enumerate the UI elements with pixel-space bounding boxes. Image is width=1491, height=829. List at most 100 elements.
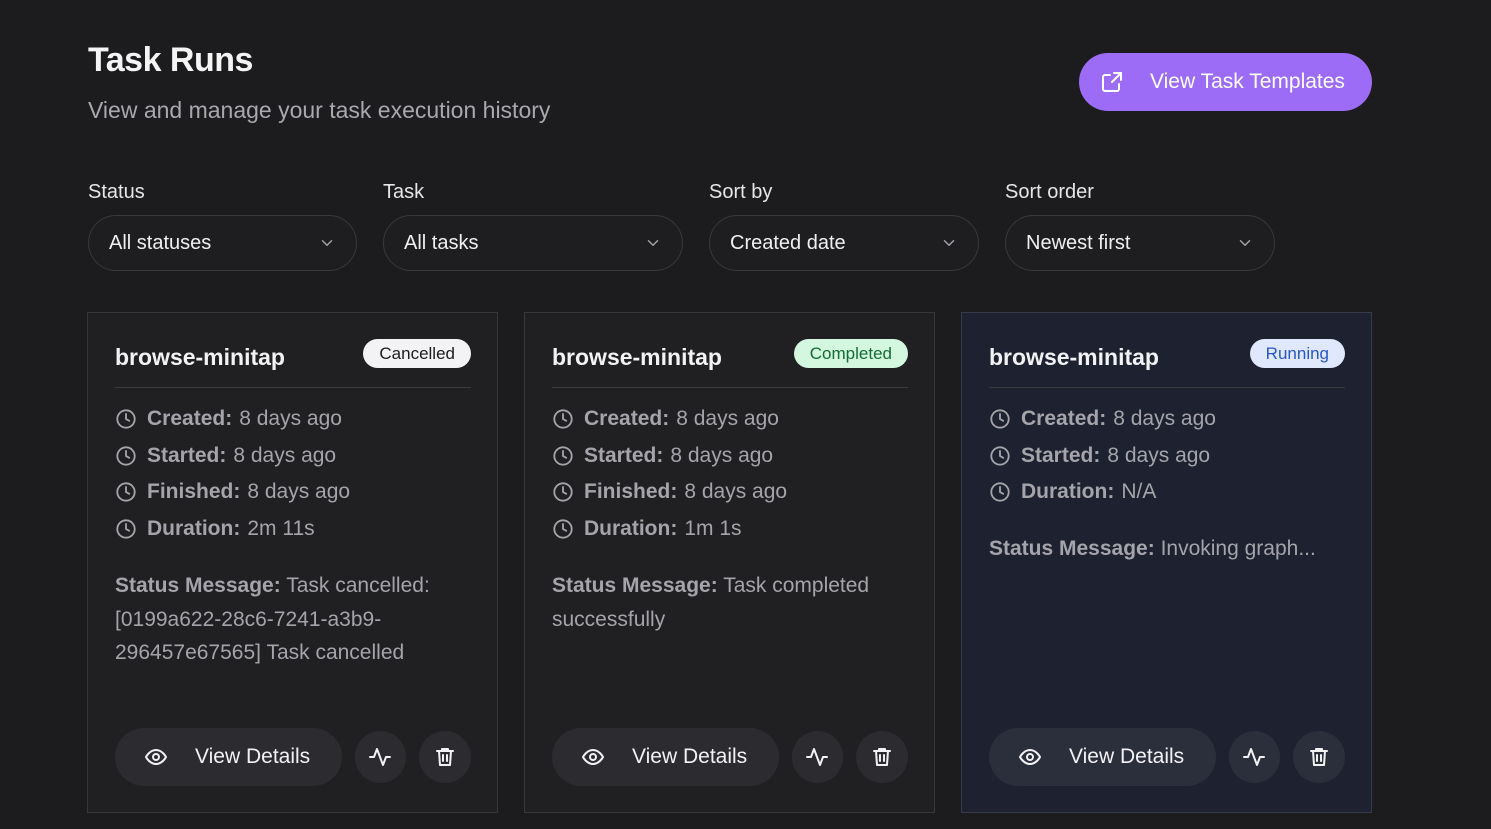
status-message: Status Message: Task cancelled: [0199a62… bbox=[115, 569, 457, 670]
view-details-label: View Details bbox=[632, 745, 748, 768]
filter-label: Sort by bbox=[709, 181, 773, 203]
external-link-icon bbox=[1100, 70, 1124, 94]
meta-row-started: Started: 8 days ago bbox=[115, 438, 477, 475]
meta-key: Created: bbox=[584, 407, 670, 431]
activity-button[interactable] bbox=[1228, 731, 1281, 783]
select-value: Created date bbox=[730, 231, 846, 254]
view-details-label: View Details bbox=[195, 745, 311, 768]
card-title: browse-minitap bbox=[989, 344, 1159, 370]
clock-icon bbox=[115, 408, 137, 430]
view-details-button[interactable]: View Details bbox=[552, 728, 779, 786]
meta-value: 8 days ago bbox=[239, 407, 342, 431]
clock-icon bbox=[115, 481, 137, 503]
delete-button[interactable] bbox=[1293, 731, 1345, 783]
status-badge: Cancelled bbox=[363, 339, 471, 368]
status-message-key: Status Message: bbox=[115, 574, 281, 597]
clock-icon bbox=[989, 481, 1011, 503]
card-meta: Created: 8 days ago Started: 8 days ago … bbox=[552, 401, 914, 547]
eye-icon bbox=[581, 745, 605, 769]
meta-row-created: Created: 8 days ago bbox=[552, 401, 914, 438]
status-message-key: Status Message: bbox=[989, 537, 1155, 560]
filter-task: Task All tasks bbox=[383, 178, 683, 271]
view-details-button[interactable]: View Details bbox=[115, 728, 342, 786]
clock-icon bbox=[989, 408, 1011, 430]
task-select[interactable]: All tasks bbox=[383, 215, 683, 271]
filter-sort-by: Sort by Created date bbox=[709, 178, 979, 271]
meta-value: N/A bbox=[1121, 480, 1157, 504]
meta-key: Started: bbox=[1021, 443, 1101, 467]
meta-row-created: Created: 8 days ago bbox=[115, 401, 477, 438]
activity-icon bbox=[806, 748, 829, 766]
clock-icon bbox=[552, 445, 574, 467]
meta-key: Started: bbox=[147, 443, 227, 467]
view-task-templates-label: View Task Templates bbox=[1150, 70, 1345, 93]
status-message: Status Message: Task completed successfu… bbox=[552, 569, 894, 636]
meta-key: Duration: bbox=[1021, 480, 1115, 504]
card-actions: View Details bbox=[115, 728, 471, 786]
filter-label: Status bbox=[88, 181, 145, 203]
meta-value: 1m 1s bbox=[684, 516, 742, 540]
trash-icon bbox=[873, 748, 892, 766]
meta-key: Started: bbox=[584, 443, 664, 467]
meta-value: 8 days ago bbox=[233, 443, 337, 467]
card-actions: View Details bbox=[989, 728, 1345, 786]
activity-button[interactable] bbox=[791, 731, 844, 783]
task-run-card: browse-minitap Running Created: 8 days a… bbox=[961, 312, 1372, 813]
view-details-button[interactable]: View Details bbox=[989, 728, 1216, 786]
meta-value: 8 days ago bbox=[1113, 407, 1216, 431]
select-value: All tasks bbox=[404, 231, 479, 254]
trash-icon bbox=[436, 748, 455, 766]
clock-icon bbox=[989, 445, 1011, 467]
chevron-down-icon bbox=[318, 234, 336, 252]
card-header: browse-minitap Completed bbox=[552, 339, 908, 388]
sort-order-select[interactable]: Newest first bbox=[1005, 215, 1275, 271]
trash-icon bbox=[1310, 748, 1329, 766]
delete-button[interactable] bbox=[856, 731, 908, 783]
chevron-down-icon bbox=[1236, 234, 1254, 252]
clock-icon bbox=[115, 445, 137, 467]
status-badge: Running bbox=[1249, 339, 1345, 368]
meta-key: Created: bbox=[147, 407, 233, 431]
status-select[interactable]: All statuses bbox=[88, 215, 357, 271]
eye-icon bbox=[1018, 745, 1042, 769]
select-value: All statuses bbox=[109, 231, 212, 254]
filter-label: Task bbox=[383, 181, 425, 203]
card-header: browse-minitap Running bbox=[989, 339, 1345, 388]
meta-row-created: Created: 8 days ago bbox=[989, 401, 1351, 438]
meta-row-started: Started: 8 days ago bbox=[552, 438, 914, 475]
card-actions: View Details bbox=[552, 728, 908, 786]
view-task-templates-button[interactable]: View Task Templates bbox=[1079, 53, 1372, 111]
status-message: Status Message: Invoking graph... bbox=[989, 532, 1331, 566]
clock-icon bbox=[552, 408, 574, 430]
meta-key: Finished: bbox=[584, 480, 678, 504]
clock-icon bbox=[115, 518, 137, 540]
select-value: Newest first bbox=[1026, 231, 1131, 254]
status-message-text: Invoking graph... bbox=[1160, 537, 1316, 560]
chevron-down-icon bbox=[644, 234, 662, 252]
delete-button[interactable] bbox=[419, 731, 471, 783]
clock-icon bbox=[552, 481, 574, 503]
meta-row-duration: Duration: N/A bbox=[989, 474, 1351, 511]
meta-row-duration: Duration: 2m 11s bbox=[115, 511, 477, 548]
meta-row-started: Started: 8 days ago bbox=[989, 438, 1351, 475]
filter-sort-order: Sort order Newest first bbox=[1005, 178, 1275, 271]
meta-value: 2m 11s bbox=[247, 516, 315, 540]
meta-value: 8 days ago bbox=[684, 480, 788, 504]
card-meta: Created: 8 days ago Started: 8 days ago … bbox=[989, 401, 1351, 511]
task-run-card: browse-minitap Cancelled Created: 8 days… bbox=[87, 312, 498, 813]
status-badge: Completed bbox=[793, 339, 908, 368]
meta-value: 8 days ago bbox=[1107, 443, 1211, 467]
activity-icon bbox=[369, 748, 392, 766]
card-title: browse-minitap bbox=[115, 344, 285, 370]
sort-by-select[interactable]: Created date bbox=[709, 215, 979, 271]
activity-button[interactable] bbox=[354, 731, 407, 783]
meta-key: Duration: bbox=[147, 516, 241, 540]
meta-key: Created: bbox=[1021, 407, 1107, 431]
view-details-label: View Details bbox=[1069, 745, 1185, 768]
meta-row-finished: Finished: 8 days ago bbox=[552, 474, 914, 511]
card-header: browse-minitap Cancelled bbox=[115, 339, 471, 388]
meta-value: 8 days ago bbox=[676, 407, 779, 431]
meta-row-finished: Finished: 8 days ago bbox=[115, 474, 477, 511]
meta-value: 8 days ago bbox=[247, 480, 351, 504]
meta-key: Finished: bbox=[147, 480, 241, 504]
